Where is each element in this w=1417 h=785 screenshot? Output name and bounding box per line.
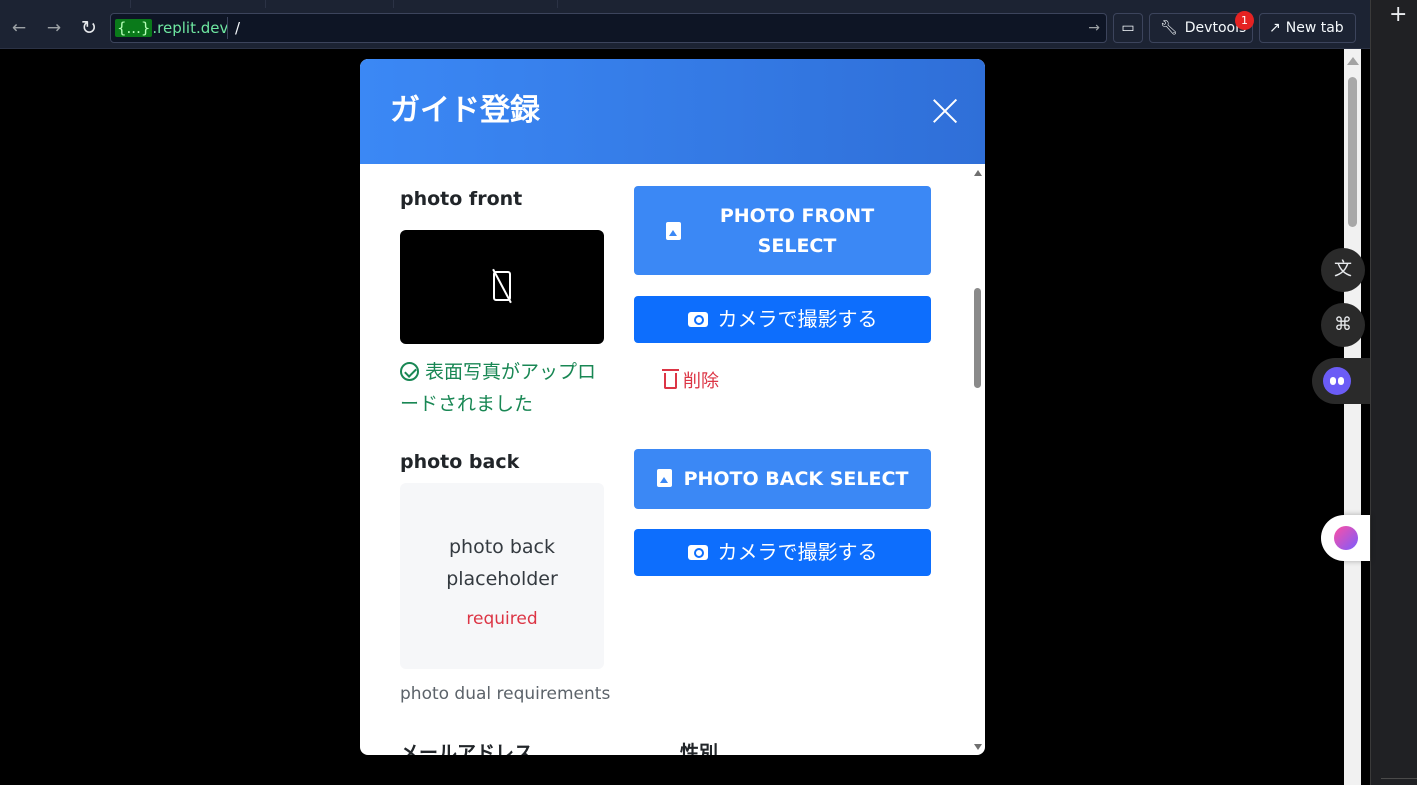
photo-back-placeholder: photo back placeholder required [400,483,604,669]
scroll-down-arrow-icon[interactable] [974,744,982,750]
external-link-icon: ↗ [1269,20,1281,36]
scroll-up-arrow-icon[interactable] [974,170,982,176]
browser-toolbar: ← → ↻ {...} .replit.dev / → ▭ 🔧︎ Devtools … [0,8,1370,49]
check-circle-icon [400,362,419,381]
go-arrow-icon[interactable]: → [1088,18,1100,39]
brain-button[interactable] [1321,515,1370,561]
new-tab-label: New tab [1285,20,1344,36]
photo-front-delete-button[interactable]: 削除 [662,369,719,394]
tab-strip [0,0,1370,8]
devtools-badge: 1 [1235,11,1254,30]
photo-front-camera-label: カメラで撮影する [717,307,878,331]
page-scrollbar[interactable] [1344,49,1361,785]
photo-back-camera-label: カメラで撮影する [717,540,878,564]
url-path[interactable]: / [235,18,240,39]
browser-tab[interactable] [266,0,394,8]
url-host: {...} .replit.dev [115,18,228,39]
camera-icon [687,312,708,327]
photo-front-select-label: PHOTO FRONT SELECT [719,205,875,257]
placeholder-text: photo back placeholder [446,536,558,590]
image-file-icon [666,222,681,240]
browser-tab[interactable] [0,0,131,8]
modal-scrollbar[interactable] [972,164,984,755]
upload-success-message: 表面写真がアップロードされました [400,356,600,420]
delete-label: 削除 [683,371,719,392]
url-host-highlight: {...} [115,19,153,37]
gender-label: 性別 [680,742,719,755]
phone-off-icon [493,271,511,301]
modal-scroll-thumb[interactable] [974,288,981,388]
email-label: メールアドレス [400,742,534,755]
photo-front-select-button[interactable]: PHOTO FRONT SELECT [634,186,931,275]
modal-header: ガイド登録 [360,59,985,164]
browser-tab-active[interactable] [131,0,266,8]
url-host-rest: .replit.dev [152,19,229,37]
photo-back-camera-button[interactable]: カメラで撮影する [634,529,931,576]
new-tab-button[interactable]: ↗ New tab [1259,13,1356,43]
reload-icon[interactable]: ↻ [78,17,100,39]
back-icon[interactable]: ← [8,17,30,39]
assistant-face-icon [1323,367,1351,395]
success-text: 表面写真がアップロードされました [400,361,597,415]
trash-icon [662,369,679,389]
guide-registration-modal: ガイド登録 photo front 表面写真がアップロードされました PHOTO… [360,59,985,755]
scroll-up-arrow-icon[interactable] [1347,57,1359,65]
photo-requirements-text: photo dual requirements [400,684,611,704]
brain-icon [1334,526,1358,550]
address-bar[interactable]: {...} .replit.dev / → [110,13,1107,43]
scroll-thumb[interactable] [1348,77,1357,227]
required-text: required [466,609,538,629]
plus-icon[interactable]: + [1389,4,1407,26]
browser-tab[interactable] [394,0,558,8]
photo-front-preview [400,230,604,344]
photo-front-label: photo front [400,188,523,210]
photo-back-select-label: PHOTO BACK SELECT [683,468,909,490]
divider [1381,778,1417,779]
photo-back-label: photo back [400,451,520,473]
modal-title: ガイド登録 [390,93,540,128]
photo-front-camera-button[interactable]: カメラで撮影する [634,296,931,343]
photo-back-select-button[interactable]: PHOTO BACK SELECT [634,449,931,509]
assistant-button[interactable] [1312,358,1370,404]
side-panel [1370,0,1417,785]
monitor-icon: ▭ [1121,20,1135,36]
camera-icon [687,545,708,560]
device-preview-button[interactable]: ▭ [1113,13,1143,43]
modal-body[interactable]: photo front 表面写真がアップロードされました PHOTO FRONT… [360,164,985,755]
translate-icon[interactable]: 文 [1321,248,1365,292]
close-icon[interactable] [932,98,958,124]
wrench-icon: 🔧︎ [1160,20,1178,36]
url-divider [227,17,228,39]
command-icon[interactable]: ⌘ [1321,303,1365,347]
forward-icon[interactable]: → [43,17,65,39]
image-file-icon [656,469,672,487]
